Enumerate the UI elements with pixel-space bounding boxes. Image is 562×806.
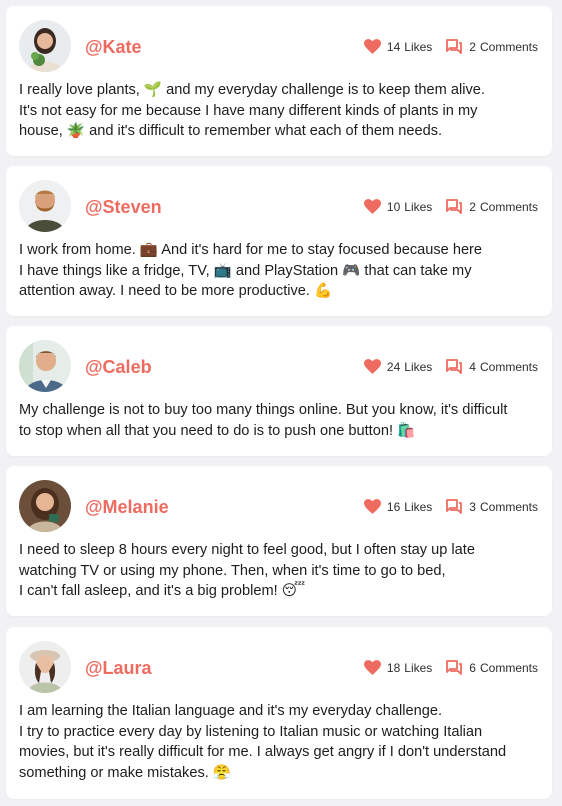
- post-header: @Steven 10 Likes 2 Comments: [6, 166, 552, 238]
- comments-label: Comments: [479, 499, 538, 514]
- post-header: @Caleb 24 Likes 4 Comments: [6, 326, 552, 398]
- post-card: @Laura 18 Likes 6 Comments I am learning…: [6, 627, 552, 799]
- likes-count: 14: [386, 39, 401, 54]
- post-text: I work from home. 💼 And it's hard for me…: [19, 242, 483, 299]
- likes-label: Likes: [404, 660, 433, 675]
- likes-label: Likes: [404, 39, 433, 54]
- avatar[interactable]: [19, 641, 71, 693]
- likes-label: Likes: [404, 499, 433, 514]
- comments-count: 4: [469, 359, 476, 374]
- post-card: @Caleb 24 Likes 4 Comments My challenge …: [6, 326, 552, 456]
- comments-label: Comments: [479, 359, 538, 374]
- post-stats: 18 Likes 6 Comments: [363, 660, 538, 675]
- post-stats: 10 Likes 2 Comments: [363, 199, 538, 214]
- post-card: @Steven 10 Likes 2 Comments I work from …: [6, 166, 552, 316]
- post-text: I really love plants, 🌱 and my everyday …: [19, 82, 485, 139]
- likes-count: 10: [386, 199, 401, 214]
- heart-icon[interactable]: [363, 499, 381, 514]
- comments-count: 2: [469, 39, 476, 54]
- heart-icon[interactable]: [363, 660, 381, 675]
- comment-icon[interactable]: [446, 199, 463, 214]
- comment-icon[interactable]: [446, 660, 463, 675]
- likes-count: 16: [386, 499, 401, 514]
- post-feed: @Kate 14 Likes 2 Comments I really love …: [0, 0, 562, 806]
- post-stats: 16 Likes 3 Comments: [363, 499, 538, 514]
- avatar[interactable]: [19, 480, 71, 532]
- comments-count: 2: [469, 199, 476, 214]
- heart-icon[interactable]: [363, 39, 381, 54]
- heart-icon[interactable]: [363, 359, 381, 374]
- comment-icon[interactable]: [446, 359, 463, 374]
- avatar[interactable]: [19, 340, 71, 392]
- post-header: @Kate 14 Likes 2 Comments: [6, 6, 552, 78]
- username[interactable]: @Melanie: [85, 496, 169, 518]
- likes-label: Likes: [404, 359, 433, 374]
- post-card: @Melanie 16 Likes 3 Comments I need to s…: [6, 466, 552, 616]
- post-text: My challenge is not to buy too many thin…: [19, 402, 508, 439]
- heart-icon[interactable]: [363, 199, 381, 214]
- likes-count: 18: [386, 660, 401, 675]
- post-header: @Melanie 16 Likes 3 Comments: [6, 466, 552, 538]
- username[interactable]: @Kate: [85, 36, 142, 58]
- username[interactable]: @Caleb: [85, 356, 152, 378]
- comments-count: 3: [469, 499, 476, 514]
- avatar[interactable]: [19, 180, 71, 232]
- comment-icon[interactable]: [446, 499, 463, 514]
- username[interactable]: @Steven: [85, 196, 162, 218]
- likes-label: Likes: [404, 199, 433, 214]
- comments-label: Comments: [479, 39, 538, 54]
- comments-label: Comments: [479, 199, 538, 214]
- post-header: @Laura 18 Likes 6 Comments: [6, 627, 552, 699]
- post-stats: 14 Likes 2 Comments: [363, 39, 538, 54]
- avatar[interactable]: [19, 20, 71, 72]
- post-text: I am learning the Italian language and i…: [19, 703, 507, 781]
- comments-label: Comments: [479, 660, 538, 675]
- comment-icon[interactable]: [446, 39, 463, 54]
- post-text: I need to sleep 8 hours every night to f…: [19, 542, 475, 599]
- post-card: @Kate 14 Likes 2 Comments I really love …: [6, 6, 552, 156]
- username[interactable]: @Laura: [85, 657, 152, 679]
- post-stats: 24 Likes 4 Comments: [363, 359, 538, 374]
- likes-count: 24: [386, 359, 401, 374]
- comments-count: 6: [469, 660, 476, 675]
